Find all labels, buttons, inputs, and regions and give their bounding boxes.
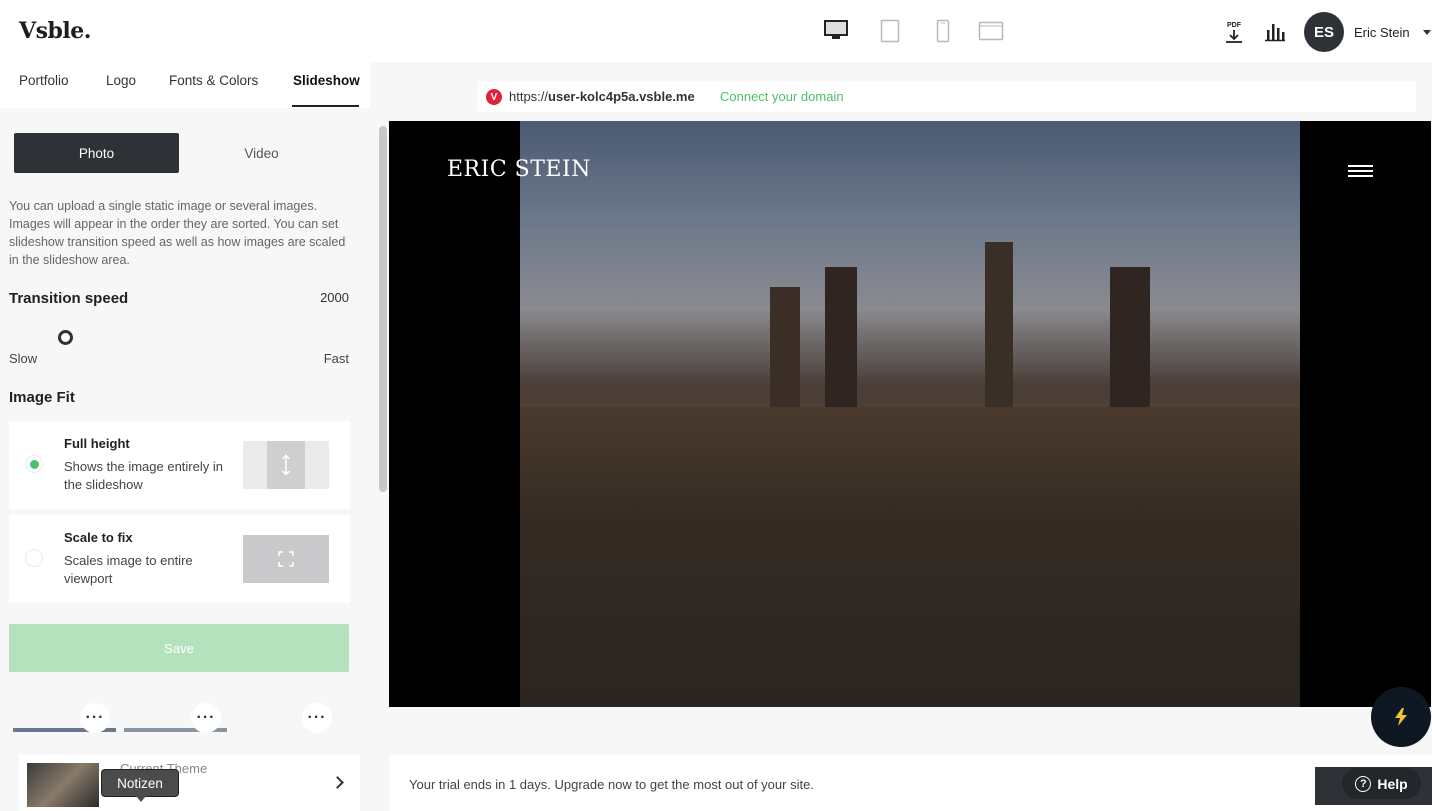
fit-option-title: Scale to fix	[64, 530, 133, 545]
notizen-tooltip: Notizen	[101, 769, 179, 802]
stats-button[interactable]	[1264, 22, 1286, 42]
more-options-icon[interactable]: ···	[80, 703, 110, 733]
user-name[interactable]: Eric Stein	[1354, 25, 1410, 40]
slider-min-label: Slow	[9, 351, 38, 366]
desktop-icon	[824, 20, 848, 39]
help-button[interactable]: ? Help	[1342, 768, 1421, 799]
site-preview: ERIC STEIN	[389, 121, 1431, 707]
save-button[interactable]: Save	[9, 624, 349, 672]
svg-text:PDF: PDF	[1227, 22, 1242, 29]
scale-to-fix-preview	[243, 535, 329, 583]
lightning-icon	[1395, 708, 1407, 726]
panel-scrollbar[interactable]	[379, 126, 387, 492]
full-height-preview	[243, 441, 329, 489]
transition-speed-title: Transition speed	[9, 290, 129, 307]
transition-speed-slider[interactable]	[58, 330, 73, 345]
more-options-icon[interactable]: ···	[302, 703, 332, 733]
avatar[interactable]: ES	[1304, 12, 1344, 52]
radio-selected-dot	[29, 459, 39, 469]
scale-to-fix-radio[interactable]	[25, 549, 43, 567]
photo-toggle-button[interactable]: Photo	[14, 133, 179, 173]
phone-view-button[interactable]	[933, 18, 953, 44]
landscape-view-button[interactable]	[977, 20, 1005, 42]
tab-fonts-colors[interactable]: Fonts & Colors	[169, 73, 258, 88]
question-icon: ?	[1355, 775, 1372, 792]
slider-max-label: Fast	[323, 351, 349, 366]
fit-option-scale-to-fix[interactable]: Scale to fix Scales image to entire view…	[9, 515, 350, 603]
theme-thumbnail	[27, 763, 99, 807]
tab-slideshow[interactable]: Slideshow	[293, 73, 360, 88]
video-toggle-button[interactable]: Video	[179, 133, 344, 173]
fit-option-desc: Scales image to entire viewport	[64, 553, 193, 586]
phone-icon	[936, 19, 950, 43]
full-height-radio[interactable]	[25, 455, 43, 473]
vertical-arrows-icon	[281, 454, 291, 476]
tab-portfolio[interactable]: Portfolio	[19, 73, 69, 88]
lightning-button[interactable]	[1371, 687, 1431, 747]
bar-chart-icon	[1265, 24, 1285, 42]
trial-message: Your trial ends in 1 days. Upgrade now t…	[409, 777, 814, 792]
fit-option-full-height[interactable]: Full height Shows the image entirely in …	[9, 421, 350, 509]
menu-icon[interactable]	[1348, 165, 1373, 180]
pdf-download-icon: PDF	[1226, 22, 1242, 43]
fit-option-title: Full height	[64, 436, 130, 451]
url-bar: V https://user-kolc4p5a.vsble.me Connect…	[478, 81, 1416, 112]
more-options-icon[interactable]: ···	[191, 703, 221, 733]
site-url[interactable]: https://user-kolc4p5a.vsble.me	[509, 89, 695, 104]
top-bar: Vsble. PDF ES Eric Stein	[0, 0, 1432, 62]
transition-speed-value: 2000	[320, 290, 349, 305]
url-domain: user-kolc4p5a.vsble.me	[548, 89, 695, 104]
image-fit-title: Image Fit	[9, 389, 75, 406]
tab-logo[interactable]: Logo	[106, 73, 136, 88]
vsble-v-icon: V	[486, 89, 502, 105]
url-prefix: https://	[509, 89, 549, 104]
trial-bar: Your trial ends in 1 days. Upgrade now t…	[389, 755, 1432, 811]
vsble-logo[interactable]: Vsble.	[19, 18, 91, 44]
fit-option-desc: Shows the image entirely in the slidesho…	[64, 459, 223, 492]
settings-tabs: Portfolio Logo Fonts & Colors Slideshow	[0, 62, 370, 108]
chevron-right-icon[interactable]	[331, 776, 344, 789]
connect-domain-link[interactable]: Connect your domain	[720, 89, 844, 104]
current-theme-bar[interactable]: Current Theme	[19, 755, 360, 811]
active-tab-indicator	[292, 105, 359, 107]
site-title[interactable]: ERIC STEIN	[447, 157, 591, 182]
slideshow-settings-panel: Photo Video You can upload a single stat…	[0, 108, 378, 811]
tablet-icon	[880, 19, 900, 43]
chevron-down-icon[interactable]	[1423, 30, 1431, 35]
landscape-icon	[978, 21, 1004, 41]
desktop-view-button[interactable]	[822, 18, 850, 42]
expand-icon	[278, 551, 294, 567]
pdf-download-button[interactable]: PDF	[1223, 20, 1245, 44]
tablet-view-button[interactable]	[878, 18, 902, 44]
slideshow-image	[520, 121, 1300, 707]
help-label: Help	[1377, 775, 1408, 792]
slideshow-description: You can upload a single static image or …	[9, 199, 346, 267]
